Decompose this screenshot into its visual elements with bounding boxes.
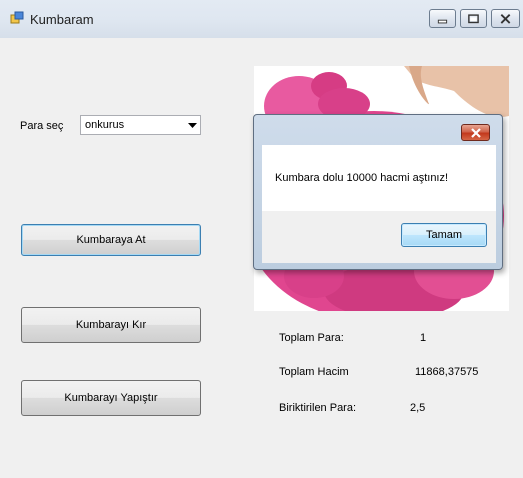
para-sec-label: Para seç [20, 120, 64, 132]
close-icon [470, 127, 481, 138]
minimize-button[interactable] [429, 9, 456, 28]
message-text: Kumbara dolu 10000 hacmi aştınız! [275, 172, 449, 184]
caption-buttons [429, 9, 520, 30]
ok-button[interactable]: Tamam [401, 223, 487, 247]
main-window: Kumbaram Para seç onkurus Kumbaraya At K… [0, 0, 523, 478]
kumbaraya-at-button[interactable]: Kumbaraya At [21, 224, 201, 256]
message-box-body: Kumbara dolu 10000 hacmi aştınız! [262, 145, 496, 211]
toplam-hacim-value: 11868,37575 [415, 366, 479, 378]
biriktirilen-para-value: 2,5 [410, 402, 426, 414]
kumbarayi-kir-button[interactable]: Kumbarayı Kır [21, 307, 201, 343]
toplam-para-label: Toplam Para: [279, 332, 344, 344]
close-button[interactable] [491, 9, 520, 28]
message-box-footer: Tamam [262, 211, 496, 263]
chevron-down-icon[interactable] [184, 116, 200, 134]
toplam-para-value: 1 [420, 332, 427, 344]
message-box: Kumbara dolu 10000 hacmi aştınız! Tamam [253, 114, 503, 270]
maximize-icon [468, 14, 479, 24]
form-icon [10, 11, 24, 24]
maximize-button[interactable] [460, 9, 487, 28]
biriktirilen-para-label: Biriktirilen Para: [279, 402, 357, 414]
toplam-hacim-label: Toplam Hacim [279, 366, 349, 378]
title-bar[interactable]: Kumbaram [0, 0, 523, 38]
kumbarayi-yapistir-button[interactable]: Kumbarayı Yapıştır [21, 380, 201, 416]
window-title: Kumbaram [30, 12, 94, 27]
minimize-icon [437, 19, 448, 24]
coin-select[interactable]: onkurus [80, 115, 201, 135]
close-icon [500, 13, 511, 24]
coin-select-value: onkurus [85, 119, 125, 131]
message-box-close-button[interactable] [461, 124, 490, 141]
